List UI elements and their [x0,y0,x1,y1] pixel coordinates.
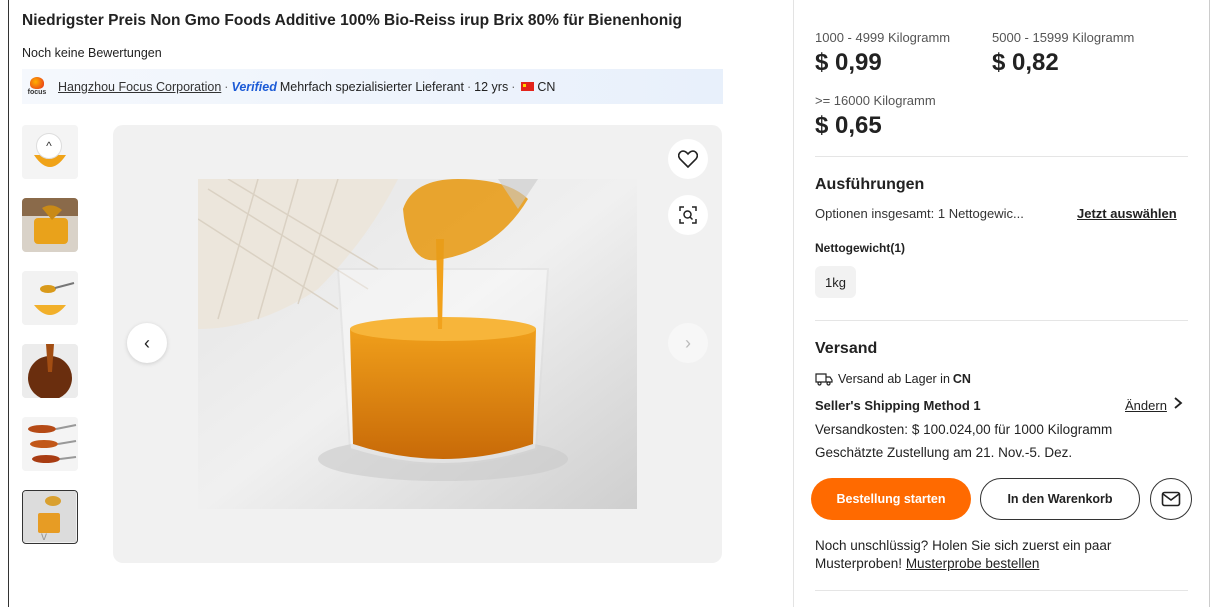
change-shipping-link[interactable]: Ändern [1125,398,1167,413]
supplier-name-link[interactable]: Hangzhou Focus Corporation [58,80,221,94]
reviews-status: Noch keine Bewertungen [22,46,162,60]
chevron-right-icon: › [685,332,691,353]
thumbnail-6[interactable]: v [22,490,78,544]
section-divider [815,590,1188,591]
thumbnail-strip: ^ v [22,125,79,563]
thumbnail-glass-honey-image [23,491,76,542]
verified-badge: Verified [231,79,277,94]
separator: · [224,79,229,94]
window-right-border [1209,0,1210,607]
thumbnail-dark-syrup-image [22,344,78,398]
variants-title: Ausführungen [815,176,925,193]
column-divider [793,0,794,607]
chevron-up-icon[interactable]: ^ [36,133,62,159]
china-flag-icon [521,82,535,91]
next-image-button[interactable]: › [668,323,708,363]
thumbnail-4[interactable] [22,344,78,398]
supplier-country: CN [537,79,556,94]
supplier-logo-icon [30,76,44,89]
window-left-border [8,0,9,607]
price-tier-2: 5000 - 15999 Kilogramm $ 0,82 [992,30,1134,77]
product-title: Niedrigster Preis Non Gmo Foods Additive… [22,12,683,29]
order-sample-link[interactable]: Musterprobe bestellen [906,556,1040,571]
price-tier-price: $ 0,99 [815,49,882,76]
supplier-bar: focus Hangzhou Focus Corporation · Verif… [22,69,723,104]
heart-icon [678,150,698,168]
price-tier-price: $ 0,65 [815,112,882,139]
shipping-method: Seller's Shipping Method 1 [815,398,981,413]
ship-from-country: CN [952,372,971,386]
price-tier-price: $ 0,82 [992,49,1059,76]
section-divider [815,156,1188,157]
price-tier-1: 1000 - 4999 Kilogramm $ 0,99 [815,30,950,77]
product-photo [198,179,637,509]
truck-icon [815,373,833,386]
thumbnail-honey-jar-image [22,198,78,252]
thumbnail-1[interactable]: ^ [22,125,78,179]
variants-summary: Optionen insgesamt: 1 Nettogewic... [815,206,1024,221]
estimated-delivery: Geschätzte Zustellung am 21. Nov.-5. Dez… [815,445,1073,460]
supplier-years: 12 yrs [474,79,509,94]
price-tier-range: 5000 - 15999 Kilogramm [992,30,1135,45]
select-variant-link[interactable]: Jetzt auswählen [1077,206,1177,221]
price-tier-range: 1000 - 4999 Kilogramm [815,30,951,45]
mail-icon [1161,491,1181,507]
section-divider [815,320,1188,321]
sample-prompt: Noch unschlüssig? Holen Sie sich zuerst … [815,538,1112,571]
thumbnail-5[interactable] [22,417,78,471]
contact-supplier-button[interactable] [1150,478,1192,520]
start-order-button[interactable]: Bestellung starten [811,478,971,520]
honey-glass-photo [198,179,637,509]
separator: · [466,79,472,94]
weight-option-1kg[interactable]: 1kg [815,266,856,298]
net-weight-label: Nettogewicht(1) [815,241,905,255]
shipping-title: Versand [815,340,878,357]
supplier-type: Mehrfach spezialisierter Lieferant [279,79,464,94]
ship-from: Versand ab Lager in CN [815,372,971,386]
chevron-right-icon[interactable] [1173,396,1183,410]
favorite-button[interactable] [668,139,708,179]
main-product-image: ‹ › [113,125,722,563]
supplier-logo: focus [26,75,48,99]
thumbnail-2[interactable] [22,198,78,252]
image-search-icon [679,206,697,224]
thumbnail-spoons-image [22,417,78,471]
price-tier-3: >= 16000 Kilogramm $ 0,65 [815,93,936,140]
price-tier-range: >= 16000 Kilogramm [815,93,936,108]
thumbnail-honey-spoon-image [22,271,78,325]
chevron-left-icon: ‹ [144,332,150,353]
chevron-down-icon[interactable]: v [41,529,47,543]
separator: · [511,79,516,94]
add-to-cart-button[interactable]: In den Warenkorb [980,478,1140,520]
previous-image-button[interactable]: ‹ [127,323,167,363]
shipping-cost: Versandkosten: $ 100.024,00 für 1000 Kil… [815,422,1113,437]
thumbnail-3[interactable] [22,271,78,325]
image-search-button[interactable] [668,195,708,235]
